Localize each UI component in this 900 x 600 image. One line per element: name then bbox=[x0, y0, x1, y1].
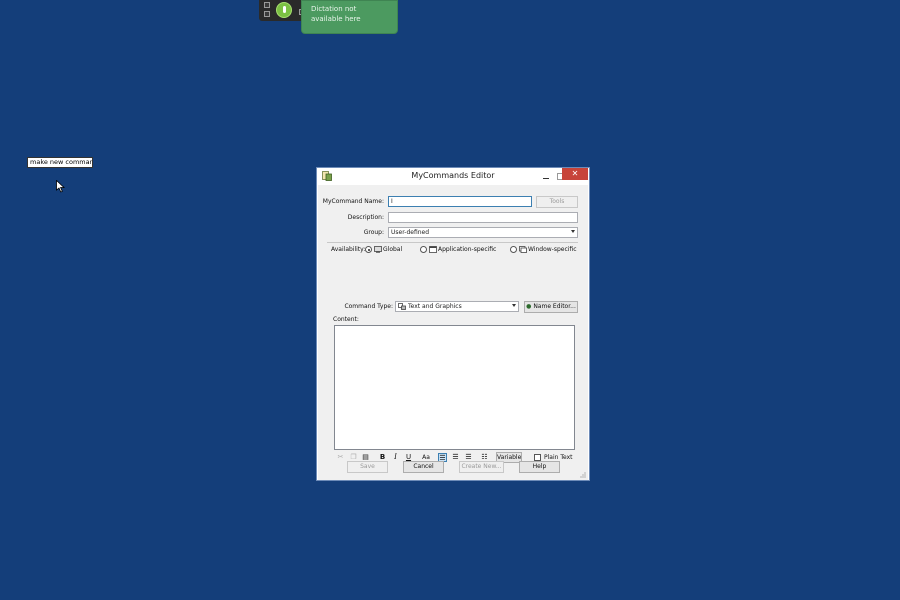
radio-application-specific[interactable] bbox=[420, 246, 427, 253]
dictation-grid-icon[interactable] bbox=[264, 11, 270, 17]
group-select-value: User-defined bbox=[391, 229, 430, 236]
microphone-icon[interactable] bbox=[276, 2, 292, 18]
dictation-menu-icon[interactable] bbox=[264, 2, 270, 8]
dictation-message: Dictation not available here bbox=[301, 0, 398, 34]
cancel-button[interactable]: Cancel bbox=[403, 461, 444, 473]
description-input[interactable] bbox=[388, 212, 578, 223]
radio-application-specific-label: Application-specific bbox=[438, 246, 497, 253]
minimize-button[interactable] bbox=[540, 171, 552, 181]
italic-button[interactable]: I bbox=[391, 453, 400, 462]
title-bar[interactable]: MyCommands Editor ✕ bbox=[317, 168, 589, 185]
application-icon bbox=[429, 246, 437, 253]
name-editor-button[interactable]: ● Name Editor... bbox=[524, 301, 578, 313]
global-icon bbox=[374, 246, 382, 253]
plain-text-checkbox[interactable] bbox=[534, 454, 541, 461]
create-new-button[interactable]: Create New... bbox=[459, 461, 504, 473]
cut-icon[interactable]: ✂ bbox=[336, 453, 345, 462]
radio-global-label: Global bbox=[383, 246, 403, 253]
description-label: Description: bbox=[347, 214, 384, 221]
command-type-label: Command Type: bbox=[344, 303, 393, 310]
resize-grip-icon[interactable] bbox=[579, 471, 586, 478]
floating-command-label: make new command bbox=[27, 157, 93, 168]
radio-window-specific-label: Window-specific bbox=[528, 246, 577, 253]
command-name-input[interactable]: I bbox=[388, 196, 532, 207]
chevron-down-icon bbox=[571, 230, 575, 233]
mycommands-editor-window: MyCommands Editor ✕ MyCommand Name: I To… bbox=[316, 167, 590, 481]
radio-window-specific[interactable] bbox=[510, 246, 517, 253]
tools-button[interactable]: Tools bbox=[536, 196, 578, 208]
divider bbox=[327, 242, 578, 243]
save-button[interactable]: Save bbox=[347, 461, 388, 473]
command-name-label: MyCommand Name: bbox=[322, 198, 384, 205]
availability-label: Availability: bbox=[331, 246, 366, 253]
group-select[interactable]: User-defined bbox=[388, 227, 578, 238]
window-icon bbox=[519, 246, 527, 253]
content-editor[interactable] bbox=[334, 325, 575, 450]
chevron-down-icon bbox=[512, 304, 516, 307]
command-type-select[interactable]: Text and Graphics bbox=[395, 301, 519, 312]
plain-text-label: Plain Text bbox=[544, 454, 573, 461]
close-button[interactable]: ✕ bbox=[562, 168, 588, 180]
help-button[interactable]: Help bbox=[519, 461, 560, 473]
content-label: Content: bbox=[333, 316, 359, 323]
group-label: Group: bbox=[363, 229, 384, 236]
command-type-value: Text and Graphics bbox=[408, 303, 462, 310]
radio-global[interactable] bbox=[365, 246, 372, 253]
name-editor-icon: ● bbox=[526, 303, 532, 310]
text-graphics-icon bbox=[398, 303, 406, 310]
name-editor-label: Name Editor... bbox=[533, 303, 576, 310]
dialog-body: MyCommand Name: I Tools Description: Gro… bbox=[318, 185, 588, 480]
mouse-cursor-icon bbox=[56, 180, 65, 193]
